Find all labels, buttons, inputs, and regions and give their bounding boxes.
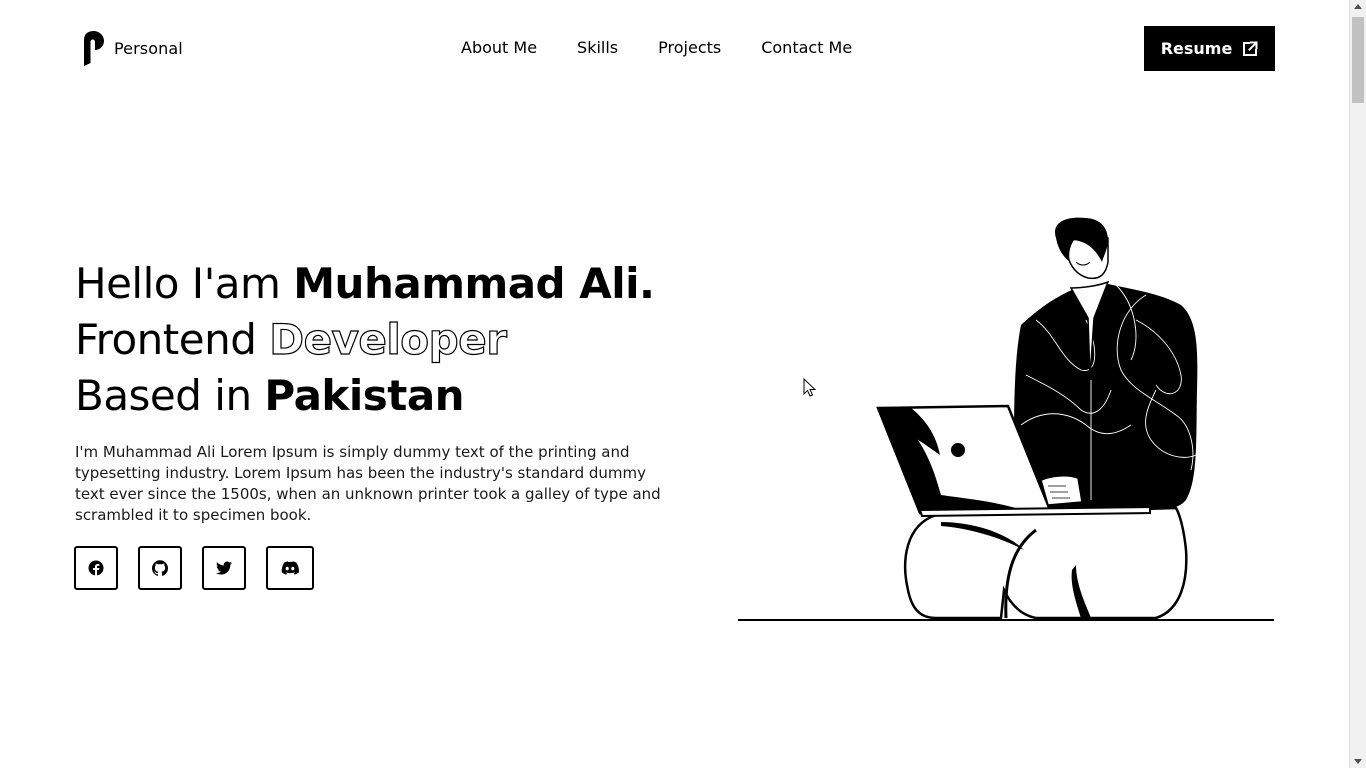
hand-shape bbox=[1040, 475, 1083, 506]
scroll-up-icon[interactable] bbox=[1354, 4, 1362, 9]
hero-description: I'm Muhammad Ali Lorem Ipsum is simply d… bbox=[75, 443, 661, 524]
hero-role-text: Frontend bbox=[75, 315, 270, 364]
nav-link-about-me[interactable]: About Me bbox=[461, 38, 537, 57]
torso-shape bbox=[1014, 284, 1198, 510]
hero-role-outlined: Developer bbox=[269, 314, 508, 364]
hero-line-greeting: Hello I'am Muhammad Ali. bbox=[75, 256, 655, 312]
scroll-down-icon[interactable] bbox=[1354, 759, 1362, 764]
nav-link-projects[interactable]: Projects bbox=[658, 38, 721, 57]
nav-link-skills[interactable]: Skills bbox=[577, 38, 618, 57]
page-scrollbar[interactable] bbox=[1349, 0, 1366, 768]
page: Personal About Me Skills Projects Contac… bbox=[0, 0, 1349, 768]
mouse-cursor-icon bbox=[803, 378, 817, 397]
logo-link[interactable]: Personal bbox=[82, 30, 183, 66]
github-button[interactable] bbox=[138, 546, 182, 590]
github-icon bbox=[152, 560, 168, 576]
facebook-icon bbox=[88, 560, 104, 576]
discord-icon bbox=[281, 561, 299, 575]
hero-location: Pakistan bbox=[264, 371, 465, 420]
hero-name: Muhammad Ali. bbox=[293, 259, 655, 308]
logo-text: Personal bbox=[114, 38, 183, 58]
resume-button-label: Resume bbox=[1160, 39, 1233, 58]
social-links bbox=[74, 546, 314, 590]
twitter-button[interactable] bbox=[202, 546, 246, 590]
hero-line-role: Frontend Developer bbox=[75, 312, 655, 368]
discord-button[interactable] bbox=[266, 546, 314, 590]
hero-line-location: Based in Pakistan bbox=[75, 368, 655, 424]
hero-heading: Hello I'am Muhammad Ali. Frontend Develo… bbox=[75, 256, 655, 424]
external-link-icon bbox=[1243, 41, 1258, 56]
hero-greeting-text: Hello I'am bbox=[75, 259, 294, 308]
resume-button[interactable]: Resume bbox=[1144, 26, 1275, 71]
scroll-thumb[interactable] bbox=[1352, 17, 1364, 103]
facebook-button[interactable] bbox=[74, 546, 118, 590]
laptop-logo bbox=[951, 443, 965, 457]
main-nav: About Me Skills Projects Contact Me bbox=[461, 38, 852, 57]
twitter-icon bbox=[216, 561, 232, 575]
developer-illustration bbox=[738, 217, 1274, 621]
hero-location-text: Based in bbox=[75, 371, 265, 420]
nav-link-contact-me[interactable]: Contact Me bbox=[761, 38, 852, 57]
logo-mark-icon bbox=[84, 31, 104, 66]
